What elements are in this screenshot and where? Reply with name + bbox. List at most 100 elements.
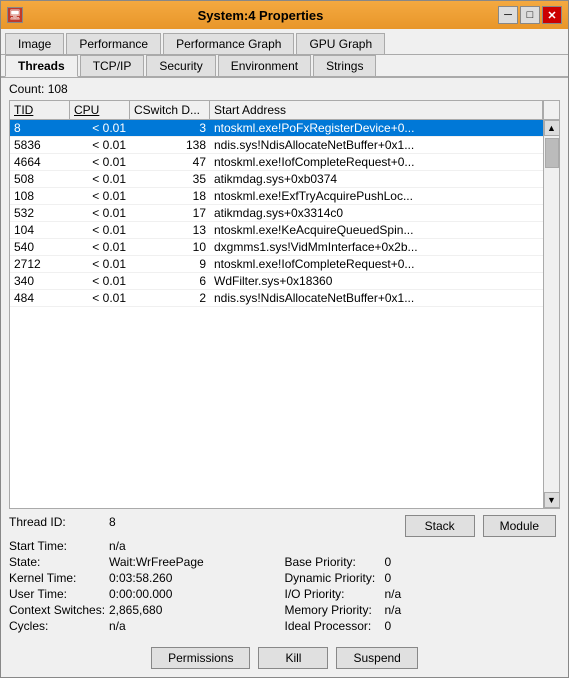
cell-cswitch: 47 [130,154,210,170]
cell-cswitch: 10 [130,239,210,255]
table-row[interactable]: 4664 < 0.01 47 ntoskml.exe!IofCompleteRe… [10,154,543,171]
user-time-value: 0:00:00.000 [109,587,172,601]
main-window: 🖥 System:4 Properties ─ □ ✕ Image Perfor… [0,0,569,678]
table-row[interactable]: 104 < 0.01 13 ntoskml.exe!KeAcquireQueue… [10,222,543,239]
table-row[interactable]: 340 < 0.01 6 WdFilter.sys+0x18360 [10,273,543,290]
cell-address: ntoskml.exe!IofCompleteRequest+0... [210,256,543,272]
base-priority-label: Base Priority: [285,555,385,569]
cell-tid: 104 [10,222,70,238]
tab-performance-graph[interactable]: Performance Graph [163,33,294,54]
cell-cpu: < 0.01 [70,171,130,187]
cell-address: WdFilter.sys+0x18360 [210,273,543,289]
window-title: System:4 Properties [23,8,498,23]
module-button[interactable]: Module [483,515,556,537]
io-priority-value: n/a [385,587,402,601]
io-priority-label: I/O Priority: [285,587,385,601]
cell-tid: 4664 [10,154,70,170]
tab-tcpip[interactable]: TCP/IP [80,55,145,76]
tab-gpu-graph[interactable]: GPU Graph [296,33,385,54]
suspend-button[interactable]: Suspend [336,647,417,669]
cell-address: dxgmms1.sys!VidMmInterface+0x2b... [210,239,543,255]
cell-cpu: < 0.01 [70,188,130,204]
table-row[interactable]: 5836 < 0.01 138 ndis.sys!NdisAllocateNet… [10,137,543,154]
scroll-header-space [543,101,559,119]
col-address: Start Address [210,101,543,119]
table-row[interactable]: 8 < 0.01 3 ntoskml.exe!PoFxRegisterDevic… [10,120,543,137]
scroll-down-button[interactable]: ▼ [544,492,560,508]
memory-priority-value: n/a [385,603,402,617]
cell-cpu: < 0.01 [70,137,130,153]
cell-cpu: < 0.01 [70,290,130,306]
window-icon: 🖥 [7,7,23,23]
cell-tid: 2712 [10,256,70,272]
dynamic-priority-value: 0 [385,571,392,585]
col-cpu[interactable]: CPU [70,101,130,119]
table-body: 8 < 0.01 3 ntoskml.exe!PoFxRegisterDevic… [10,120,543,508]
restore-button[interactable]: □ [520,6,540,24]
cell-cpu: < 0.01 [70,273,130,289]
cell-cpu: < 0.01 [70,222,130,238]
context-switches-value: 2,865,680 [109,603,162,617]
cell-tid: 508 [10,171,70,187]
kill-button[interactable]: Kill [258,647,328,669]
stack-button[interactable]: Stack [405,515,475,537]
details-panel: Thread ID: 8 Stack Module Start Time: n/… [1,509,568,641]
dynamic-priority-label: Dynamic Priority: [285,571,385,585]
tab-security[interactable]: Security [146,55,215,76]
tab-performance[interactable]: Performance [66,33,161,54]
cell-address: ndis.sys!NdisAllocateNetBuffer+0x1... [210,137,543,153]
cell-cswitch: 138 [130,137,210,153]
cell-tid: 484 [10,290,70,306]
cell-address: ntoskml.exe!PoFxRegisterDevice+0... [210,120,543,136]
user-time-label: User Time: [9,587,109,601]
table-row[interactable]: 484 < 0.01 2 ndis.sys!NdisAllocateNetBuf… [10,290,543,307]
kernel-time-label: Kernel Time: [9,571,109,585]
permissions-button[interactable]: Permissions [151,647,250,669]
count-value: 108 [48,82,68,96]
cell-cpu: < 0.01 [70,154,130,170]
cell-cswitch: 13 [130,222,210,238]
cell-tid: 540 [10,239,70,255]
count-label: Count: [9,82,44,96]
tab-environment[interactable]: Environment [218,55,311,76]
cell-tid: 340 [10,273,70,289]
cell-tid: 5836 [10,137,70,153]
col-tid[interactable]: TID [10,101,70,119]
table-header: TID CPU CSwitch D... Start Address [10,101,559,120]
table-row[interactable]: 540 < 0.01 10 dxgmms1.sys!VidMmInterface… [10,239,543,256]
title-bar: 🖥 System:4 Properties ─ □ ✕ [1,1,568,29]
cell-address: ndis.sys!NdisAllocateNetBuffer+0x1... [210,290,543,306]
cell-tid: 8 [10,120,70,136]
cell-address: atikmdag.sys+0x3314c0 [210,205,543,221]
count-bar: Count: 108 [1,78,568,100]
state-value: Wait:WrFreePage [109,555,204,569]
table-row[interactable]: 2712 < 0.01 9 ntoskml.exe!IofCompleteReq… [10,256,543,273]
minimize-button[interactable]: ─ [498,6,518,24]
base-priority-value: 0 [385,555,392,569]
scroll-up-button[interactable]: ▲ [544,120,560,136]
start-time-label: Start Time: [9,539,109,553]
scrollbar[interactable]: ▲ ▼ [543,120,559,508]
kernel-time-value: 0:03:58.260 [109,571,172,585]
table-row[interactable]: 508 < 0.01 35 atikmdag.sys+0xb0374 [10,171,543,188]
start-time-row: Start Time: n/a [9,539,560,553]
cell-cpu: < 0.01 [70,256,130,272]
table-row[interactable]: 108 < 0.01 18 ntoskml.exe!ExfTryAcquireP… [10,188,543,205]
tab-image[interactable]: Image [5,33,64,54]
close-button[interactable]: ✕ [542,6,562,24]
ideal-processor-label: Ideal Processor: [285,619,385,633]
memory-priority-label: Memory Priority: [285,603,385,617]
tab-strings[interactable]: Strings [313,55,376,76]
context-switches-label: Context Switches: [9,603,109,617]
cell-cswitch: 2 [130,290,210,306]
cell-cswitch: 18 [130,188,210,204]
table-row[interactable]: 532 < 0.01 17 atikmdag.sys+0x3314c0 [10,205,543,222]
thread-id-value: 8 [109,515,116,537]
bottom-buttons: Permissions Kill Suspend [1,641,568,677]
tab-row-1: Image Performance Performance Graph GPU … [1,29,568,55]
scroll-thumb[interactable] [545,138,559,168]
tab-threads[interactable]: Threads [5,55,78,77]
cell-cswitch: 6 [130,273,210,289]
cell-cpu: < 0.01 [70,205,130,221]
cell-cswitch: 35 [130,171,210,187]
